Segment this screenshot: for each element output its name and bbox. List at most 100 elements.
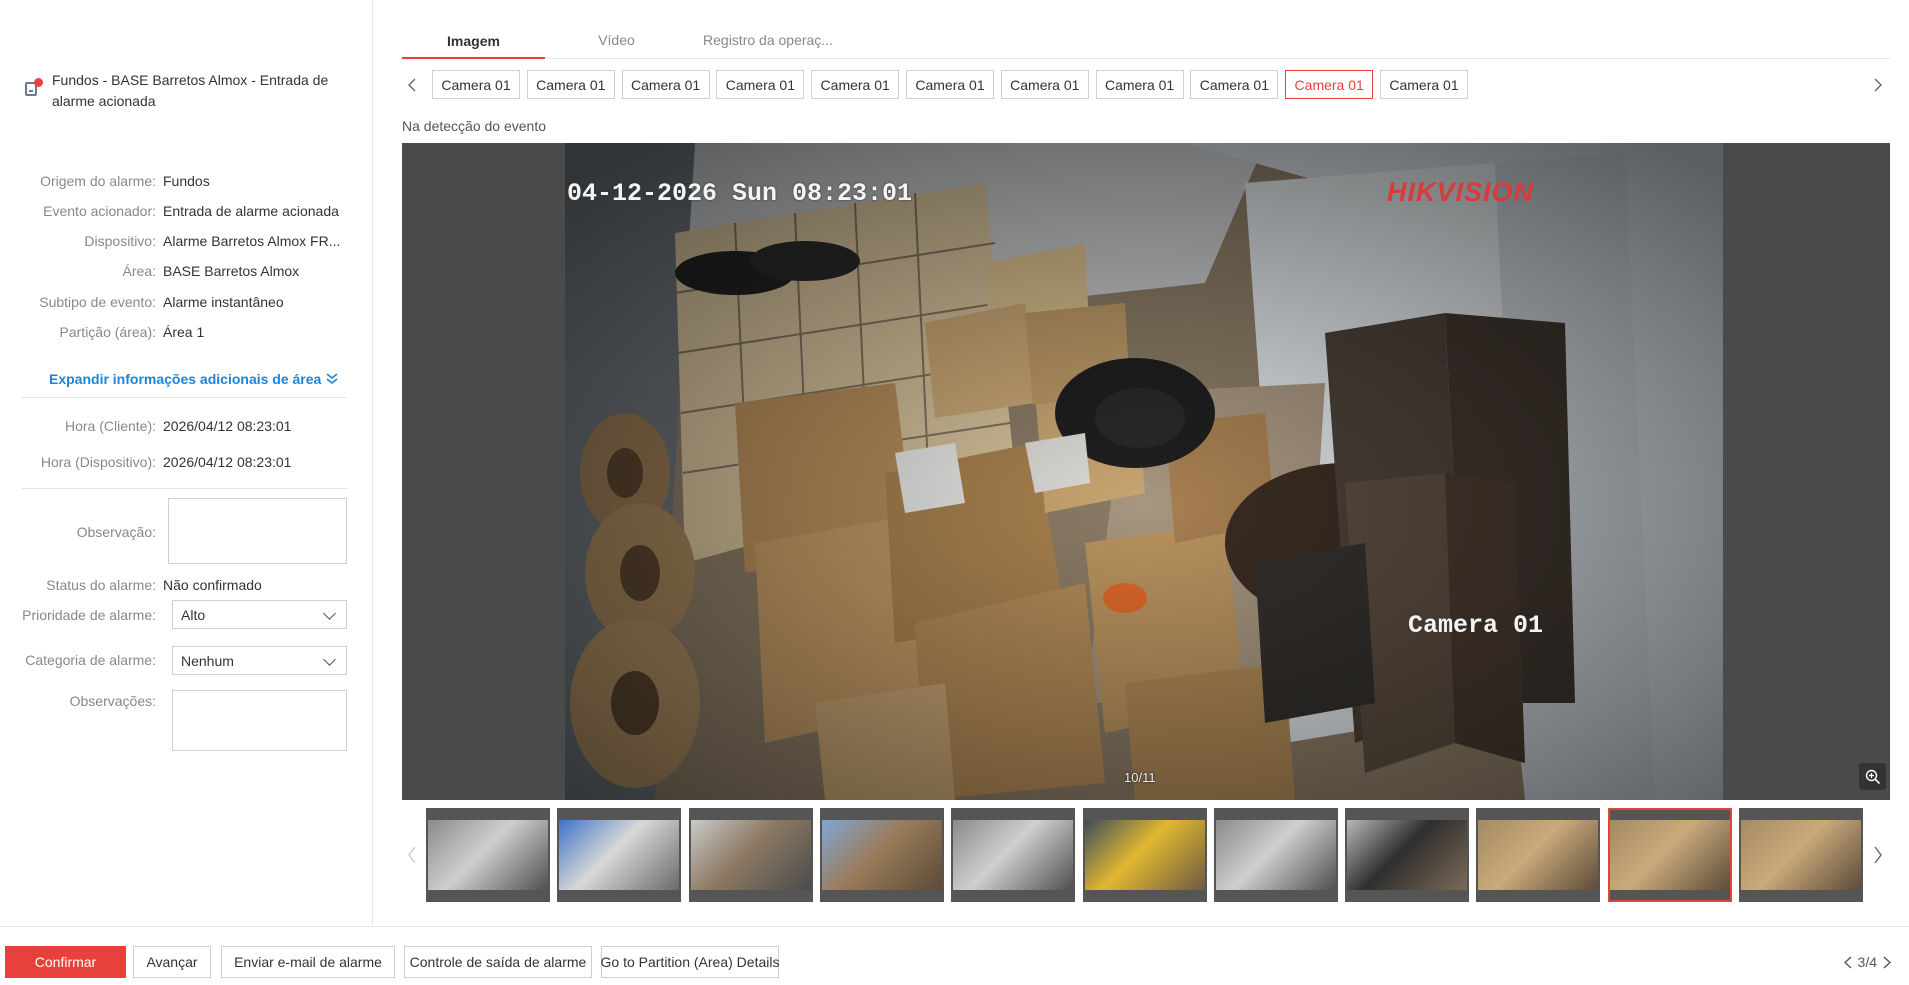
advance-button[interactable]: Avançar [133, 946, 211, 978]
chevron-down-icon [323, 607, 336, 620]
thumbnail-image [1478, 820, 1599, 890]
observation-textarea[interactable] [168, 498, 347, 564]
media-tabs: Imagem Vídeo Registro da operaç... [402, 25, 1890, 59]
tab-video-label: Vídeo [598, 32, 635, 48]
detail-value: Fundos [163, 173, 210, 189]
chevron-left-icon [408, 78, 416, 91]
time-value: 2026/04/12 08:23:01 [163, 454, 292, 470]
camera-button[interactable]: Camera 01 [906, 70, 994, 99]
thumbnail[interactable] [1345, 808, 1470, 902]
camera-next-button[interactable] [1868, 70, 1888, 99]
osd-timestamp: 04-12-2026 Sun 08:23:01 [567, 179, 913, 208]
confirm-button[interactable]: Confirmar [5, 946, 126, 978]
detail-value: Entrada de alarme acionada [163, 203, 339, 219]
snapshot-image [565, 143, 1723, 800]
thumbnail-next-button[interactable] [1868, 840, 1888, 869]
camera-button[interactable]: Camera 01 [1380, 70, 1468, 99]
tab-image[interactable]: Imagem [402, 25, 545, 59]
osd-camera-name: Camera 01 [1408, 611, 1544, 640]
detail-row: Origem do alarme: Fundos [0, 170, 210, 192]
camera-button[interactable]: Camera 01 [1095, 70, 1184, 99]
priority-label: Prioridade de alarme: [22, 607, 156, 623]
thumbnail-image [428, 820, 548, 890]
status-value: Não confirmado [163, 577, 262, 593]
chevron-left-icon[interactable] [1843, 955, 1852, 969]
detail-row: Área: BASE Barretos Almox [0, 260, 300, 282]
tab-operation-log-label: Registro da operaç... [703, 32, 833, 48]
thumbnail-prev-button[interactable] [402, 840, 422, 869]
alarm-info-panel: Fundos - BASE Barretos Almox - Entrada d… [0, 0, 373, 925]
priority-select[interactable]: Alto [172, 600, 347, 629]
thumbnail-image [1215, 820, 1336, 890]
image-viewer: 04-12-2026 Sun 08:23:01 HIKVISION Camera… [402, 143, 1890, 800]
detail-label: Origem do alarme: [40, 173, 156, 189]
camera-button[interactable]: Camera 01 [1285, 70, 1374, 99]
category-label: Categoria de alarme: [25, 652, 156, 668]
chevron-right-icon [1874, 846, 1882, 863]
time-label: Hora (Dispositivo): [40, 454, 156, 470]
detail-row: Evento acionador: Entrada de alarme acion… [0, 200, 339, 222]
detail-label: Área: [122, 263, 156, 279]
thumbnail-image [821, 820, 942, 890]
thumbnail-image [953, 820, 1074, 890]
pager-label: 3/4 [1857, 954, 1877, 970]
action-bar: Confirmar Avançar Enviar e-mail de alarm… [0, 926, 1909, 985]
thumbnail-image [559, 820, 680, 890]
status-row: Status do alarme: Não confirmado [0, 574, 262, 596]
camera-prev-button[interactable] [402, 70, 422, 99]
expand-area-info-link[interactable]: Expandir informações adicionais de área [49, 371, 339, 387]
partition-details-button[interactable]: Go to Partition (Area) Details [601, 946, 779, 978]
alarm-pager: 3/4 [1843, 954, 1891, 970]
tab-operation-log[interactable]: Registro da operaç... [688, 23, 848, 57]
thumbnail-image [1609, 820, 1730, 890]
camera-button[interactable]: Camera 01 [1000, 70, 1089, 99]
thumbnail[interactable] [1607, 808, 1732, 902]
camera-button[interactable]: Camera 01 [526, 70, 615, 99]
detail-value: BASE Barretos Almox [163, 263, 300, 279]
event-detection-label: Na detecção do evento [402, 118, 546, 134]
time-label: Hora (Cliente): [64, 418, 156, 434]
thumbnail-image [1347, 820, 1468, 890]
priority-value: Alto [181, 606, 206, 623]
osd-brand-logo: HIKVISION [1387, 177, 1535, 207]
zoom-button[interactable] [1859, 763, 1886, 790]
chevron-down-icon [323, 653, 336, 666]
thumbnail[interactable] [1739, 808, 1863, 902]
time-row: Hora (Dispositivo): 2026/04/12 08:23:01 [0, 451, 292, 473]
thumbnail[interactable] [1476, 808, 1601, 902]
thumbnail[interactable] [557, 808, 682, 902]
time-value: 2026/04/12 08:23:01 [163, 418, 292, 434]
detail-value: Alarme Barretos Almox FR... [163, 233, 341, 249]
camera-button[interactable]: Camera 01 [716, 70, 805, 99]
tab-video[interactable]: Vídeo [545, 23, 688, 57]
camera-button[interactable]: Camera 01 [811, 70, 900, 99]
alarm-detail-window: Fundos - BASE Barretos Almox - Entrada d… [0, 0, 1909, 985]
category-select[interactable]: Nenhum [172, 646, 347, 675]
expand-area-info-label: Expandir informações adicionais de área [49, 371, 322, 387]
notes-label: Observações: [69, 693, 156, 709]
category-row: Categoria de alarme: [0, 649, 163, 671]
alarm-title: Fundos - BASE Barretos Almox - Entrada d… [52, 72, 329, 109]
camera-button[interactable]: Camera 01 [1190, 70, 1279, 99]
thumbnail[interactable] [951, 808, 1076, 902]
thumbnail[interactable] [1213, 808, 1338, 902]
thumbnail[interactable] [688, 808, 813, 902]
alarm-output-control-button[interactable]: Controle de saída de alarme [404, 946, 592, 978]
category-value: Nenhum [181, 652, 234, 669]
thumbnail[interactable] [1082, 808, 1207, 902]
chevron-right-icon[interactable] [1883, 955, 1891, 969]
thumbnail[interactable] [426, 808, 550, 902]
double-chevron-down-icon [326, 373, 338, 385]
image-counter: 10/11 [1124, 770, 1156, 785]
camera-button[interactable]: Camera 01 [432, 70, 520, 99]
detail-value: Alarme instantâneo [163, 294, 284, 310]
camera-button[interactable]: Camera 01 [621, 70, 710, 99]
zoom-in-icon [1865, 769, 1880, 784]
thumbnail-image [690, 820, 811, 890]
thumbnail[interactable] [819, 808, 944, 902]
detail-row: Partição (área): Área 1 [0, 321, 205, 343]
notes-textarea[interactable] [172, 690, 347, 751]
notes-row: Observações: [0, 690, 163, 712]
observation-label: Observação: [76, 524, 156, 540]
send-email-button[interactable]: Enviar e-mail de alarme [221, 946, 395, 978]
